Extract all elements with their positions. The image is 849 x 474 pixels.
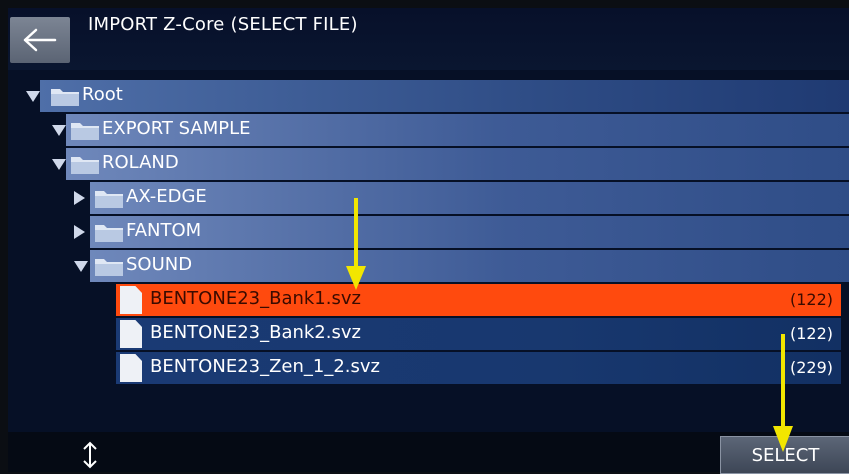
tree-file-name: BENTONE23_Zen_1_2.svz [150, 356, 381, 377]
folder-icon [51, 89, 79, 106]
annotation-arrow-icon [773, 334, 793, 452]
folder-icon [95, 259, 123, 276]
tree-folder-ax-edge[interactable]: AX-EDGE [74, 182, 849, 214]
folder-icon [71, 157, 99, 174]
screen: IMPORT Z-Core (SELECT FILE) Root EXPORT … [8, 8, 849, 474]
tree-file-count: (229) [789, 358, 833, 377]
tree-folder-label: Root [82, 84, 123, 105]
tree-folder-label: EXPORT SAMPLE [102, 118, 251, 139]
tree-folder-label: ROLAND [102, 152, 179, 173]
tree-file-zen[interactable]: BENTONE23_Zen_1_2.svz (229) [116, 352, 841, 384]
file-icon [120, 354, 142, 382]
tree-folder-root[interactable]: Root [26, 80, 849, 112]
expanded-triangle-icon [26, 91, 40, 102]
expanded-triangle-icon [74, 261, 88, 272]
tree-folder-sound[interactable]: SOUND [74, 250, 849, 282]
tree-folder-label: SOUND [126, 254, 193, 275]
tree-folder-fantom[interactable]: FANTOM [74, 216, 849, 248]
file-icon [120, 320, 142, 348]
folder-icon [95, 191, 123, 208]
tree-folder-label: FANTOM [126, 220, 202, 241]
up-down-arrow-icon[interactable] [80, 440, 100, 470]
tree-folder-export-sample[interactable]: EXPORT SAMPLE [52, 114, 849, 146]
tree-file-count: (122) [789, 290, 833, 309]
expanded-triangle-icon [52, 125, 66, 136]
expanded-triangle-icon [52, 159, 66, 170]
annotation-arrow-icon [346, 198, 366, 290]
tree-file-name: BENTONE23_Bank2.svz [150, 322, 361, 343]
file-icon [120, 286, 142, 314]
tree-folder-roland[interactable]: ROLAND [52, 148, 849, 180]
tree-file-bank1[interactable]: BENTONE23_Bank1.svz (122) [116, 284, 841, 316]
folder-icon [71, 123, 99, 140]
collapsed-triangle-icon [74, 191, 85, 205]
tree-file-name: BENTONE23_Bank1.svz [150, 288, 361, 309]
collapsed-triangle-icon [74, 225, 85, 239]
file-tree: Root EXPORT SAMPLE ROLAND AX-EDGE FANTOM [8, 8, 849, 472]
tree-folder-label: AX-EDGE [126, 186, 207, 207]
tree-file-count: (122) [789, 324, 833, 343]
folder-icon [95, 225, 123, 242]
tree-file-bank2[interactable]: BENTONE23_Bank2.svz (122) [116, 318, 841, 350]
